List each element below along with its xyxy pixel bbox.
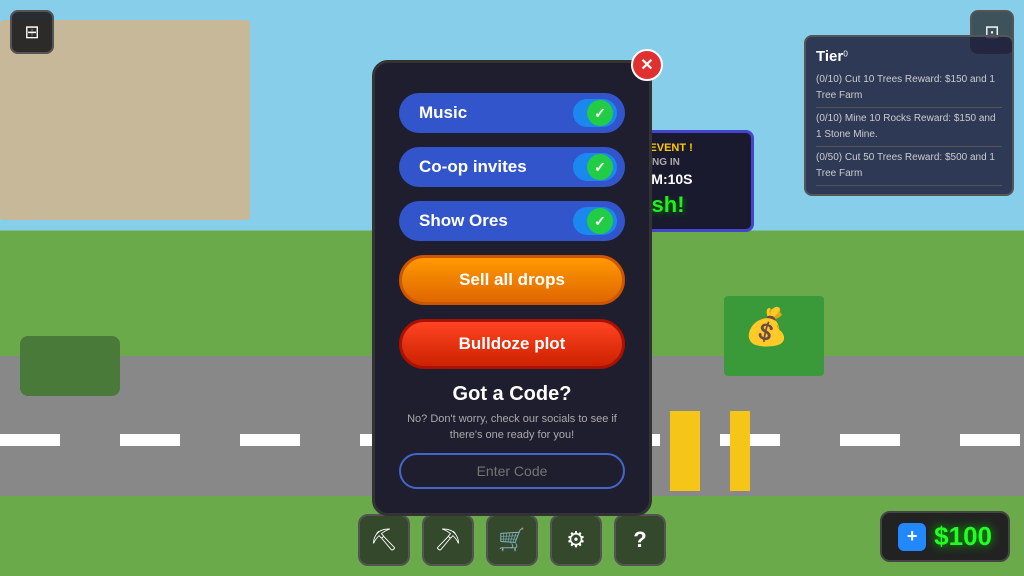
- music-toggle-knob: ✓: [587, 100, 613, 126]
- show-ores-toggle-knob: ✓: [587, 208, 613, 234]
- coop-toggle-row[interactable]: Co-op invites ✓: [399, 147, 625, 187]
- music-toggle-row[interactable]: Music ✓: [399, 93, 625, 133]
- code-subtitle: No? Don't worry, check our socials to se…: [399, 412, 625, 443]
- code-title: Got a Code?: [399, 383, 625, 406]
- show-ores-toggle-row[interactable]: Show Ores ✓: [399, 201, 625, 241]
- sell-all-drops-button[interactable]: Sell all drops: [399, 255, 625, 305]
- code-section: Got a Code? No? Don't worry, check our s…: [399, 383, 625, 489]
- music-label: Music: [419, 103, 467, 123]
- show-ores-label: Show Ores: [419, 211, 508, 231]
- coop-toggle-knob: ✓: [587, 154, 613, 180]
- close-icon: ✕: [640, 55, 653, 75]
- modal-close-button[interactable]: ✕: [631, 49, 663, 81]
- show-ores-toggle-switch[interactable]: ✓: [573, 207, 617, 235]
- coop-toggle-switch[interactable]: ✓: [573, 153, 617, 181]
- settings-modal: ✕ Music ✓ Co-op invites ✓ Show Ores ✓ Se…: [372, 60, 652, 516]
- music-toggle-switch[interactable]: ✓: [573, 99, 617, 127]
- bulldoze-plot-button[interactable]: Bulldoze plot: [399, 319, 625, 369]
- coop-label: Co-op invites: [419, 157, 527, 177]
- code-input[interactable]: [399, 453, 625, 489]
- modal-overlay: ✕ Music ✓ Co-op invites ✓ Show Ores ✓ Se…: [0, 0, 1024, 576]
